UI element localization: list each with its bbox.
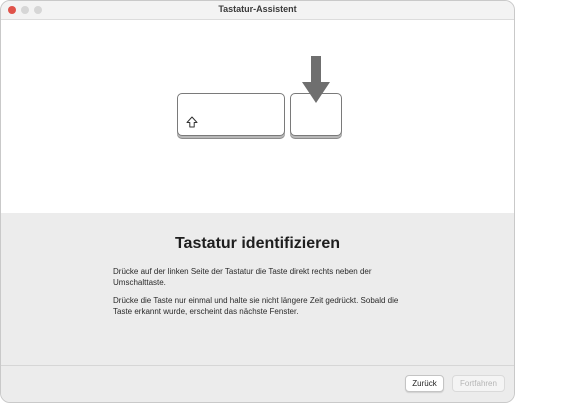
window-title: Tastatur-Assistent (218, 4, 297, 14)
shift-icon (186, 116, 198, 128)
illustration-area (1, 20, 514, 213)
instructions-area: Tastatur identifizieren Drücke auf der l… (1, 213, 514, 366)
continue-button[interactable]: Fortfahren (452, 375, 505, 392)
page-title: Tastatur identifizieren (174, 235, 341, 252)
down-arrow-icon (302, 56, 330, 103)
shift-key-illustration (177, 93, 285, 136)
instruction-text: Drücke auf der linken Seite der Tastatur… (113, 267, 372, 287)
back-button[interactable]: Zurück (405, 375, 444, 392)
title-bar: Tastatur-Assistent (1, 1, 514, 20)
hint-text: Drücke die Taste nur einmal und halte si… (113, 296, 399, 316)
button-bar: Zurück Fortfahren (1, 365, 514, 402)
keyboard-assistant-window: Tastatur-Assistent Tastatur identifizier… (0, 0, 515, 403)
